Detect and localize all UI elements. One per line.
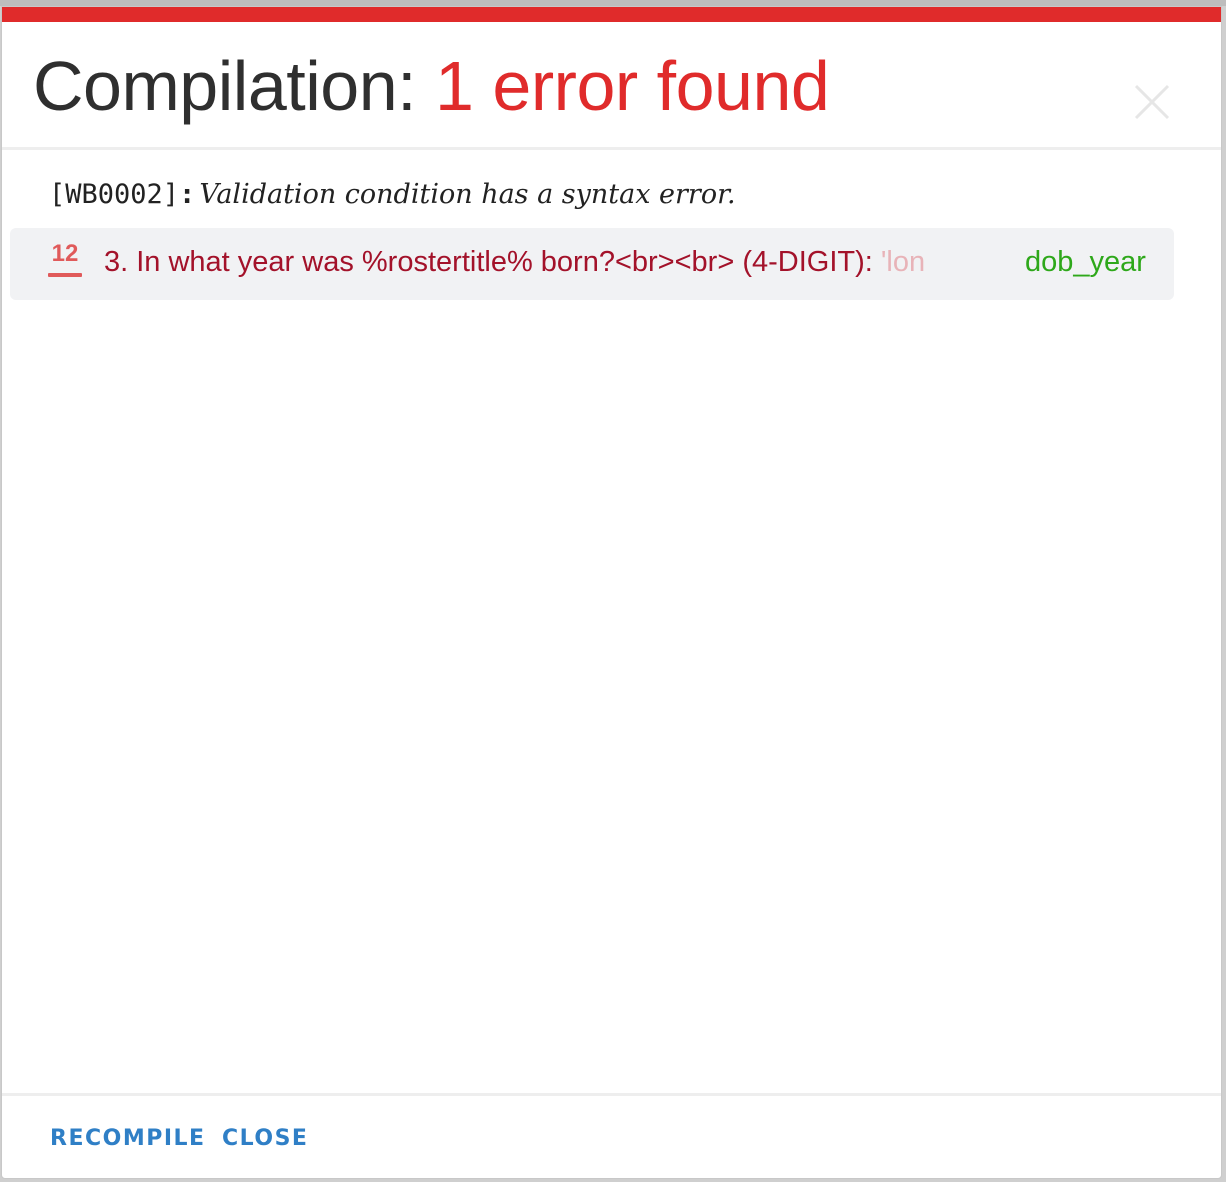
error-reference-row[interactable]: 12 3. In what year was %rostertitle% bor… — [10, 228, 1174, 300]
error-code: [WB0002] — [49, 179, 180, 210]
question-text-faded: 'lon — [880, 246, 926, 278]
dialog-footer: RECOMPILE CLOSE — [2, 1093, 1221, 1178]
recompile-button[interactable]: RECOMPILE — [50, 1126, 206, 1151]
compilation-dialog: Compilation: 1 error found [WB0002]: Vali… — [1, 6, 1222, 1179]
close-icon[interactable] — [1130, 80, 1174, 124]
error-message: [WB0002]: Validation condition has a synt… — [49, 174, 736, 215]
title-prefix: Compilation: — [33, 47, 417, 125]
close-button[interactable]: CLOSE — [222, 1126, 308, 1151]
numeric-question-icon: 12 — [46, 240, 84, 280]
question-text-main: 3. In what year was %rostertitle% born?<… — [104, 246, 881, 278]
title-error-count: 1 error found — [435, 47, 830, 125]
variable-name[interactable]: dob_year — [1025, 244, 1146, 280]
error-separator: : — [179, 179, 196, 210]
question-text[interactable]: 3. In what year was %rostertitle% born?<… — [104, 244, 1009, 280]
dialog-title: Compilation: 1 error found — [33, 46, 830, 126]
dialog-header: Compilation: 1 error found — [2, 22, 1221, 150]
error-status-bar — [2, 7, 1221, 22]
error-description: Validation condition has a syntax error. — [199, 179, 736, 210]
